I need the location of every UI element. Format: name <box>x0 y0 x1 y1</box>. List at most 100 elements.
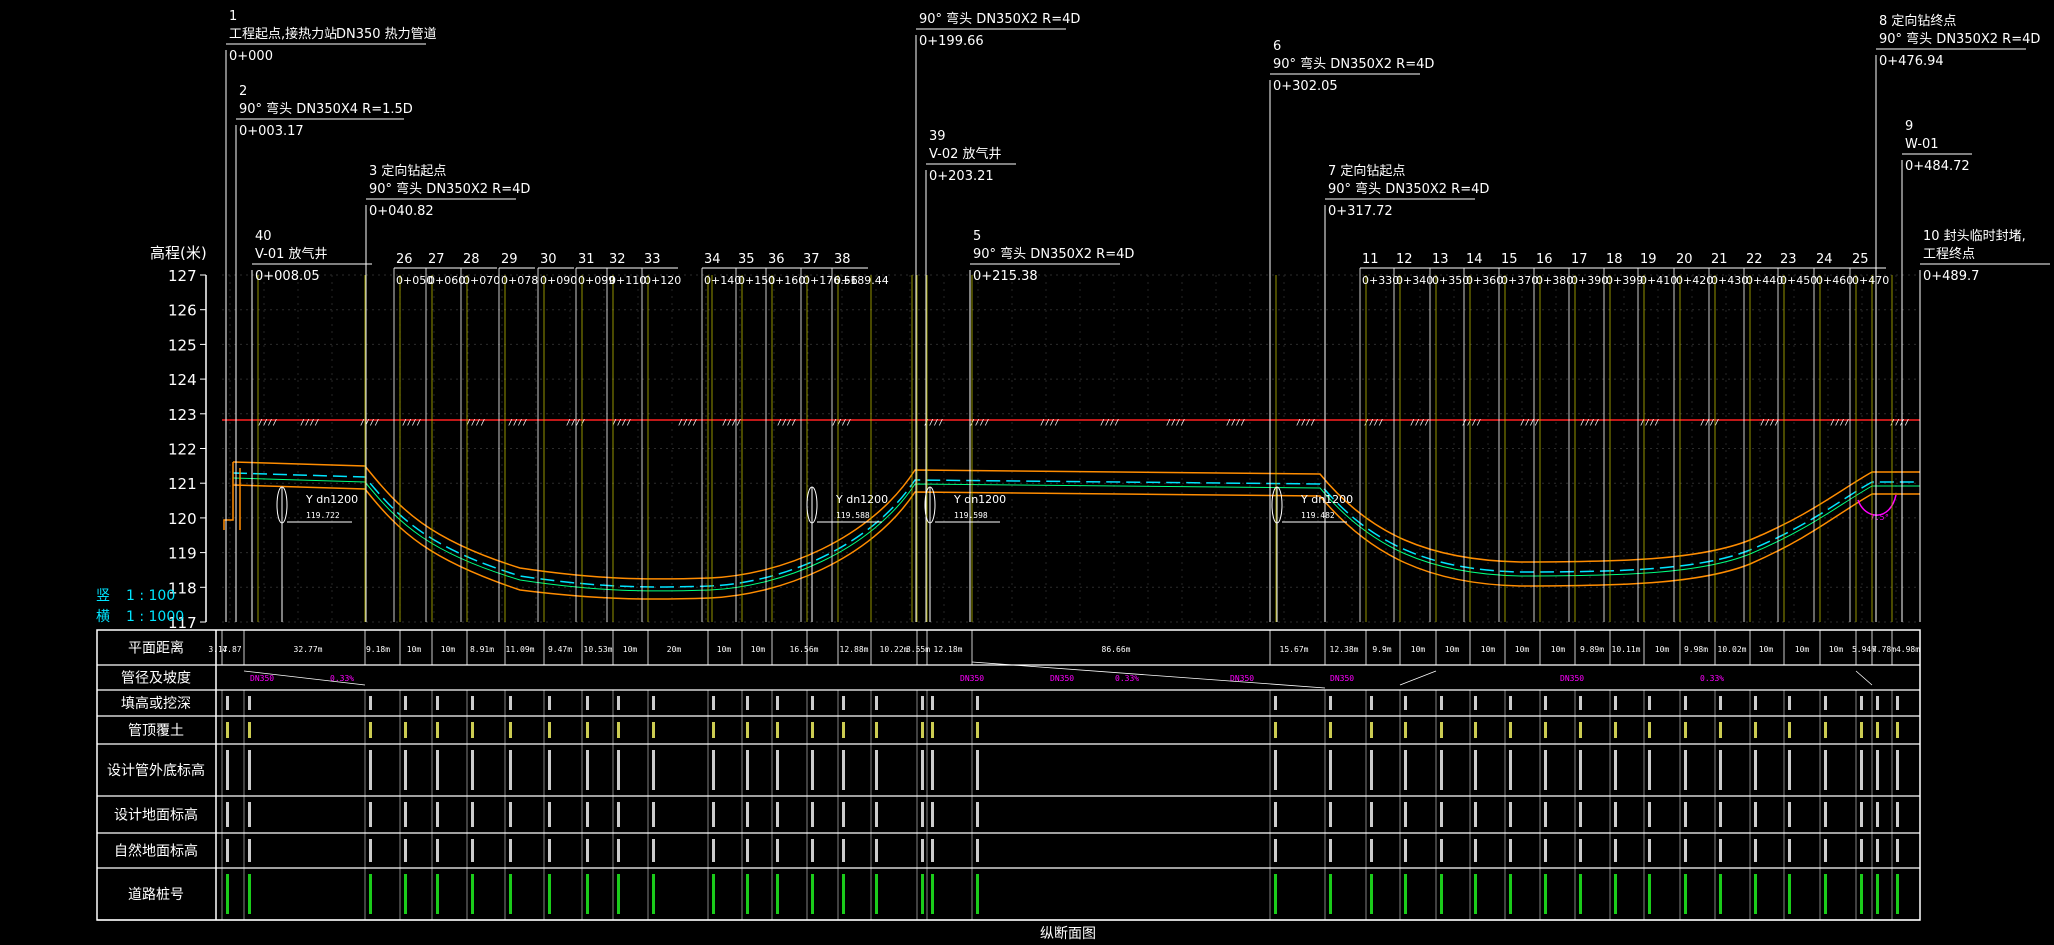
table-value-mark <box>586 802 589 827</box>
table-value-mark <box>712 696 715 710</box>
elevation-axis: 127126125124123122121120119118117 <box>168 267 206 632</box>
table-value-mark <box>1860 696 1863 710</box>
callout-station: 0+040.82 <box>369 204 434 219</box>
axis-tick-label: 119 <box>168 545 197 563</box>
table-value-mark <box>617 696 620 710</box>
point-number: 31 <box>578 252 595 267</box>
table-value-mark <box>1788 722 1791 738</box>
table-value-mark <box>776 802 779 827</box>
table-value-mark <box>404 722 407 738</box>
well-elev: 119.482 <box>1301 511 1335 520</box>
point-number: 34 <box>704 252 721 267</box>
distance-value: 12.18m <box>934 645 963 654</box>
pipe-outer-bottom <box>232 484 1920 600</box>
ground-hatch: //// <box>1700 418 1719 427</box>
table-value-mark <box>811 874 814 914</box>
callout-c3: 3 定向钻起点 90° 弯头 DN350X2 R=4D 0+040.82 <box>365 163 530 622</box>
table-value-mark <box>1719 722 1722 738</box>
table-value-mark <box>1370 750 1373 790</box>
table-value-mark <box>776 722 779 738</box>
point-station: 0+450 <box>1780 274 1817 287</box>
table-value-mark <box>811 722 814 738</box>
table-value-mark <box>1579 839 1582 862</box>
distance-value: 10.11m <box>1612 645 1641 654</box>
point-number: 28 <box>463 252 480 267</box>
table-value-mark <box>1876 874 1879 914</box>
table-value-mark <box>548 722 551 738</box>
table-value-mark <box>976 696 979 710</box>
table-value-mark <box>1719 802 1722 827</box>
table-value-mark <box>436 874 439 914</box>
table-value-mark <box>404 750 407 790</box>
scale-legend: 竖 1 : 100 横 1 : 1000 <box>96 588 184 625</box>
well-marker: Y dn1200 119.598 <box>924 486 1006 622</box>
table-value-mark <box>1509 750 1512 790</box>
table-value-mark <box>548 802 551 827</box>
table-value-mark <box>811 802 814 827</box>
table-value-mark <box>1788 874 1791 914</box>
table-value-mark <box>811 750 814 790</box>
callout-station: 0+302.05 <box>1273 79 1338 94</box>
table-value-mark <box>1684 696 1687 710</box>
callout-text: V-01 放气井 <box>255 246 328 262</box>
table-value-mark <box>471 722 474 738</box>
table-value-mark <box>1544 874 1547 914</box>
point-station: 0+410 <box>1640 274 1677 287</box>
table-value-mark <box>1754 802 1757 827</box>
pipe-label: DN350 <box>1050 674 1074 683</box>
table-value-mark <box>652 839 655 862</box>
distance-value: 10m <box>407 645 422 654</box>
table-value-mark <box>1404 839 1407 862</box>
table-value-mark <box>921 874 924 914</box>
well-marker: Y dn1200 119.722 <box>276 486 358 622</box>
table-value-mark <box>875 874 878 914</box>
table-value-mark <box>1648 696 1651 710</box>
table-value-mark <box>976 722 979 738</box>
point-number: 15 <box>1501 252 1518 267</box>
elevation-grid <box>222 274 1920 623</box>
point-number: 14 <box>1466 252 1483 267</box>
table-value-mark <box>712 722 715 738</box>
table-value-mark <box>1370 802 1373 827</box>
table-value-mark <box>404 839 407 862</box>
table-value-mark <box>921 696 924 710</box>
table-value-mark <box>509 696 512 710</box>
table-value-mark <box>248 722 251 738</box>
table-value-mark <box>1544 696 1547 710</box>
pipe-label: 0.33% <box>1115 674 1139 683</box>
callout-number: 2 <box>239 84 247 99</box>
table-value-mark <box>931 750 934 790</box>
table-value-mark <box>652 802 655 827</box>
table-value-mark <box>746 696 749 710</box>
table-value-mark <box>1876 750 1879 790</box>
table-value-mark <box>1876 802 1879 827</box>
table-value-mark <box>1544 802 1547 827</box>
callout-station: 0+476.94 <box>1879 54 1944 69</box>
point-number: 11 <box>1362 252 1379 267</box>
table-value-mark <box>1440 839 1443 862</box>
table-value-mark <box>1474 750 1477 790</box>
point-station: 0+390 <box>1571 274 1608 287</box>
table-value-mark <box>842 839 845 862</box>
distance-value: 4.87 <box>222 645 241 654</box>
table-value-mark <box>369 722 372 738</box>
table-value-mark <box>617 874 620 914</box>
distance-value: 10m <box>717 645 732 654</box>
distance-value: 8.91m <box>470 645 494 654</box>
callout-number: 8 定向钻终点 <box>1879 13 1956 29</box>
distance-value: 32.77m <box>294 645 323 654</box>
axis-tick-label: 122 <box>168 441 197 459</box>
point-station: 0+120 <box>644 274 681 287</box>
callout-text: 90° 弯头 DN350X2 R=4D <box>1879 31 2040 47</box>
point-number: 30 <box>540 252 557 267</box>
axis-title: 高程(米) <box>150 244 207 262</box>
distance-value: 12.38m <box>1330 645 1359 654</box>
distance-value: 10.53m <box>584 645 613 654</box>
table-value-mark <box>1404 802 1407 827</box>
distance-value: 7.78m <box>1872 645 1896 654</box>
table-value-mark <box>1509 696 1512 710</box>
table-row-header: 管径及坡度 <box>121 671 191 687</box>
pipe-label: DN350 <box>960 674 984 683</box>
callout-number: 3 定向钻起点 <box>369 163 446 179</box>
well-elev: 119.598 <box>954 511 988 520</box>
